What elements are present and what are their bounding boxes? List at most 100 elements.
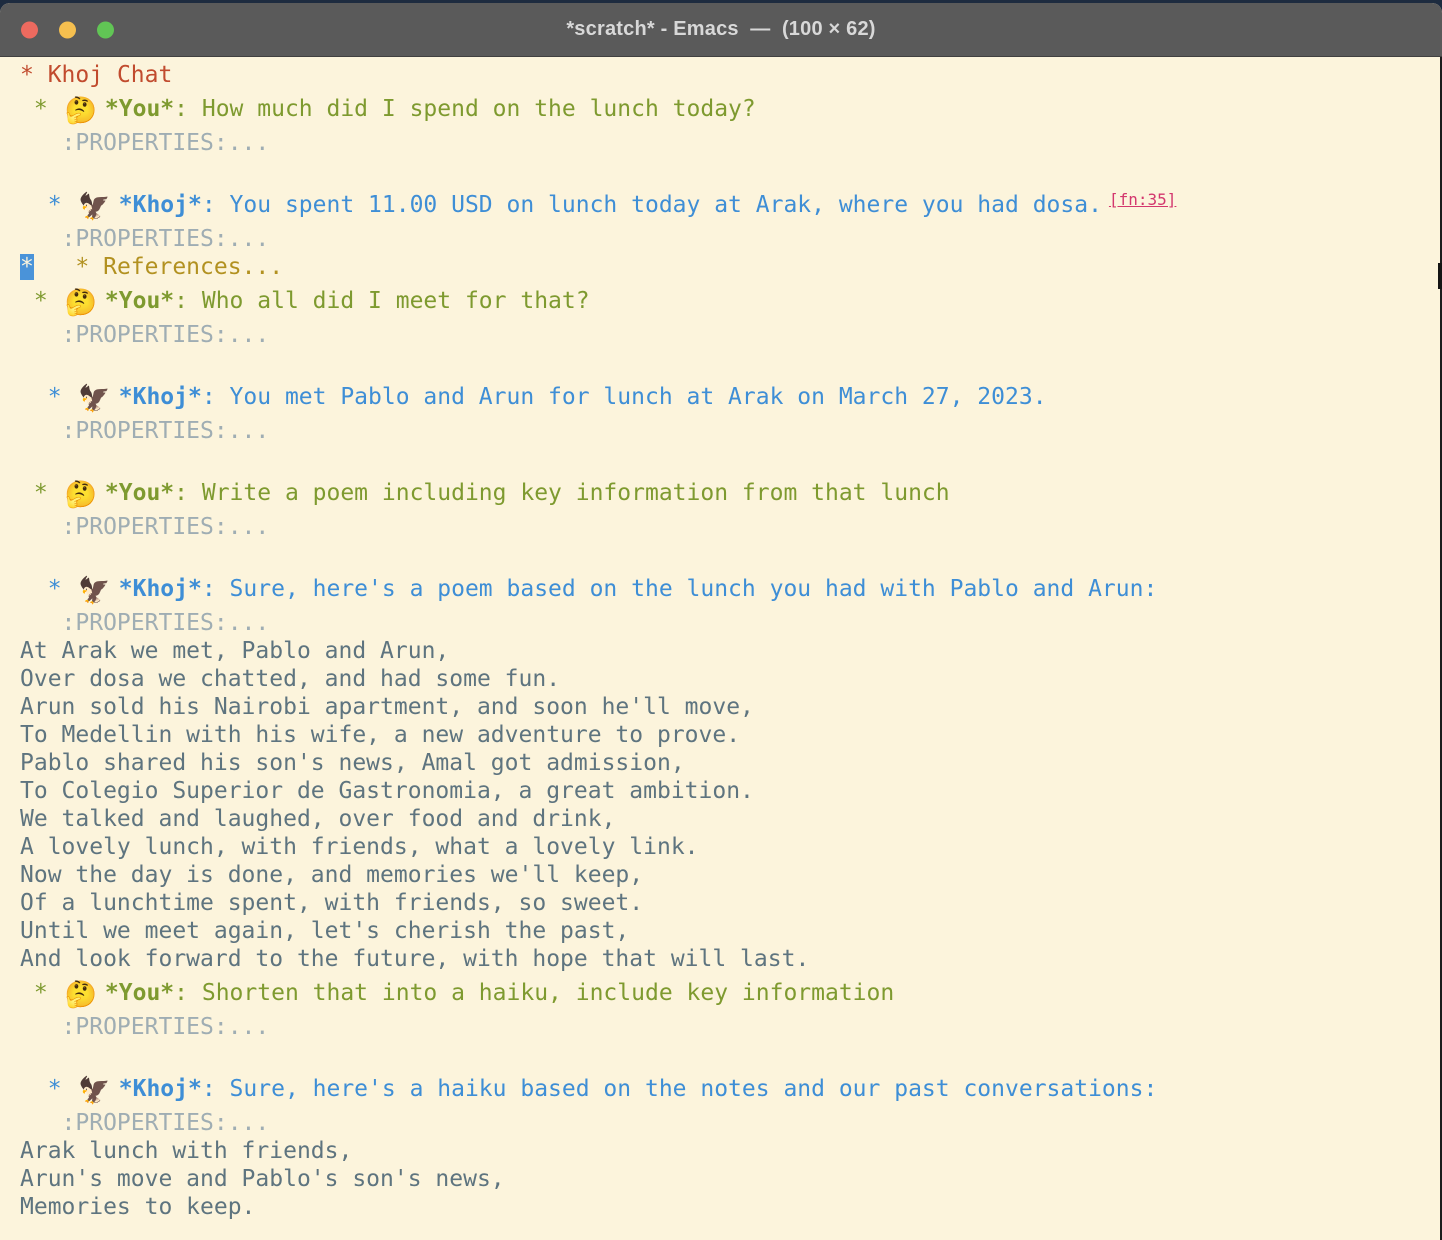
org-star[interactable]: * bbox=[20, 288, 62, 314]
properties-drawer[interactable]: :PROPERTIES:... bbox=[62, 418, 270, 444]
body-text-line: A lovely lunch, with friends, what a lov… bbox=[20, 833, 1440, 861]
body-text: Of a lunchtime spent, with friends, so s… bbox=[20, 890, 643, 916]
speaker-label-khoj: *Khoj* bbox=[119, 192, 202, 218]
blank-line bbox=[20, 445, 1440, 473]
body-text: And look forward to the future, with hop… bbox=[20, 946, 809, 972]
org-star[interactable]: * bbox=[20, 1076, 75, 1102]
blank-line bbox=[20, 1041, 1440, 1069]
message-text: : Write a poem including key information… bbox=[174, 480, 949, 506]
org-star[interactable]: * bbox=[20, 480, 62, 506]
speaker-label-khoj: *Khoj* bbox=[119, 384, 202, 410]
body-text-line: Over dosa we chatted, and had some fun. bbox=[20, 665, 1440, 693]
message-text: : You spent 11.00 USD on lunch today at … bbox=[202, 192, 1102, 218]
properties-drawer-line: :PROPERTIES:... bbox=[20, 1109, 1440, 1137]
close-button[interactable] bbox=[21, 21, 38, 38]
speaker-label-khoj: *Khoj* bbox=[119, 576, 202, 602]
properties-drawer[interactable]: :PROPERTIES:... bbox=[62, 1014, 270, 1040]
org-star[interactable]: * bbox=[20, 980, 62, 1006]
properties-drawer[interactable]: :PROPERTIES:... bbox=[62, 130, 270, 156]
indent bbox=[34, 254, 76, 280]
body-text-line: Memories to keep. bbox=[20, 1193, 1440, 1221]
body-text: Arun sold his Nairobi apartment, and soo… bbox=[20, 694, 754, 720]
blank bbox=[20, 158, 34, 184]
thinking-face-emoji: 🤔 bbox=[65, 288, 97, 318]
body-text: To Colegio Superior de Gastronomia, a gr… bbox=[20, 778, 754, 804]
emacs-window: *scratch* - Emacs — (100 × 62) * Khoj Ch… bbox=[0, 3, 1442, 1240]
eagle-emoji: 🦅 bbox=[78, 1076, 110, 1106]
traffic-lights bbox=[21, 21, 114, 38]
you-message-line: * 🤔*You*: Who all did I meet for that? bbox=[20, 281, 1440, 321]
body-text-line: Arun's move and Pablo's son's news, bbox=[20, 1165, 1440, 1193]
khoj-message-line: * 🦅*Khoj*: Sure, here's a haiku based on… bbox=[20, 1069, 1440, 1109]
minimize-button[interactable] bbox=[59, 21, 76, 38]
org-star[interactable]: * bbox=[20, 62, 48, 88]
org-star[interactable]: * bbox=[20, 384, 75, 410]
properties-drawer-line: :PROPERTIES:... bbox=[20, 129, 1440, 157]
properties-drawer[interactable]: :PROPERTIES:... bbox=[62, 1110, 270, 1136]
properties-drawer-line: :PROPERTIES:... bbox=[20, 609, 1440, 637]
eagle-emoji: 🦅 bbox=[78, 384, 110, 414]
speaker-label-you: *You* bbox=[105, 96, 174, 122]
khoj-message-line: * 🦅*Khoj*: Sure, here's a poem based on … bbox=[20, 569, 1440, 609]
properties-drawer[interactable]: :PROPERTIES:... bbox=[62, 514, 270, 540]
blank-line bbox=[20, 157, 1440, 185]
body-text-line: Pablo shared his son's news, Amal got ad… bbox=[20, 749, 1440, 777]
message-text: : You met Pablo and Arun for lunch at Ar… bbox=[202, 384, 1047, 410]
indent bbox=[20, 514, 62, 540]
speaker-label-khoj: *Khoj* bbox=[119, 1076, 202, 1102]
indent bbox=[20, 1014, 62, 1040]
buffer[interactable]: * Khoj Chat * 🤔*You*: How much did I spe… bbox=[0, 57, 1442, 1240]
eagle-emoji: 🦅 bbox=[78, 192, 110, 222]
indent bbox=[20, 610, 62, 636]
properties-drawer[interactable]: :PROPERTIES:... bbox=[62, 322, 270, 348]
body-text-line: Of a lunchtime spent, with friends, so s… bbox=[20, 889, 1440, 917]
properties-drawer-line: :PROPERTIES:... bbox=[20, 321, 1440, 349]
references-line: * * References... bbox=[20, 253, 1440, 281]
body-text: Until we meet again, let's cherish the p… bbox=[20, 918, 629, 944]
body-text-line: Until we meet again, let's cherish the p… bbox=[20, 917, 1440, 945]
body-text-line: At Arak we met, Pablo and Arun, bbox=[20, 637, 1440, 665]
body-text-line: Arun sold his Nairobi apartment, and soo… bbox=[20, 693, 1440, 721]
speaker-label-you: *You* bbox=[105, 288, 174, 314]
body-text-line: To Medellin with his wife, a new adventu… bbox=[20, 721, 1440, 749]
body-text-line: And look forward to the future, with hop… bbox=[20, 945, 1440, 973]
body-text: To Medellin with his wife, a new adventu… bbox=[20, 722, 740, 748]
indent bbox=[20, 226, 62, 252]
references-heading[interactable]: * References... bbox=[75, 254, 283, 280]
body-text-line: Now the day is done, and memories we'll … bbox=[20, 861, 1440, 889]
body-text: A lovely lunch, with friends, what a lov… bbox=[20, 834, 699, 860]
indent bbox=[20, 418, 62, 444]
org-star[interactable]: * bbox=[20, 192, 75, 218]
blank bbox=[20, 542, 34, 568]
org-star[interactable]: * bbox=[20, 96, 62, 122]
khoj-message-line: * 🦅 *Khoj*: You met Pablo and Arun for lu… bbox=[20, 377, 1440, 417]
footnote-link[interactable]: [fn:35] bbox=[1109, 190, 1176, 209]
properties-drawer[interactable]: :PROPERTIES:... bbox=[62, 226, 270, 252]
thinking-face-emoji: 🤔 bbox=[65, 96, 97, 126]
properties-drawer-line: :PROPERTIES:... bbox=[20, 1013, 1440, 1041]
properties-drawer-line: :PROPERTIES:... bbox=[20, 417, 1440, 445]
cursor-star[interactable]: * bbox=[20, 254, 34, 280]
message-text: : How much did I spend on the lunch toda… bbox=[174, 96, 756, 122]
body-text: At Arak we met, Pablo and Arun, bbox=[20, 638, 449, 664]
blank bbox=[20, 350, 34, 376]
speaker-label-you: *You* bbox=[105, 480, 174, 506]
you-message-line: * 🤔 *You*: How much did I spend on the lu… bbox=[20, 89, 1440, 129]
body-text-line: We talked and laughed, over food and dri… bbox=[20, 805, 1440, 833]
window-titlebar[interactable]: *scratch* - Emacs — (100 × 62) bbox=[0, 3, 1442, 57]
org-star[interactable]: * bbox=[20, 576, 75, 602]
body-text: Over dosa we chatted, and had some fun. bbox=[20, 666, 560, 692]
body-text: Now the day is done, and memories we'll … bbox=[20, 862, 643, 888]
scrollbar-thumb[interactable] bbox=[1438, 263, 1442, 289]
khoj-message-line: * 🦅 *Khoj*: You spent 11.00 USD on lunch … bbox=[20, 185, 1440, 225]
you-message-line: * 🤔*You*: Shorten that into a haiku, inc… bbox=[20, 973, 1440, 1013]
zoom-button[interactable] bbox=[97, 21, 114, 38]
chat-title: Khoj Chat bbox=[48, 62, 173, 88]
body-text-line: Arak lunch with friends, bbox=[20, 1137, 1440, 1165]
indent bbox=[20, 322, 62, 348]
blank bbox=[20, 446, 34, 472]
window-title: *scratch* - Emacs — (100 × 62) bbox=[566, 18, 875, 41]
blank-line bbox=[20, 541, 1440, 569]
properties-drawer[interactable]: :PROPERTIES:... bbox=[62, 610, 270, 636]
blank bbox=[20, 1042, 34, 1068]
